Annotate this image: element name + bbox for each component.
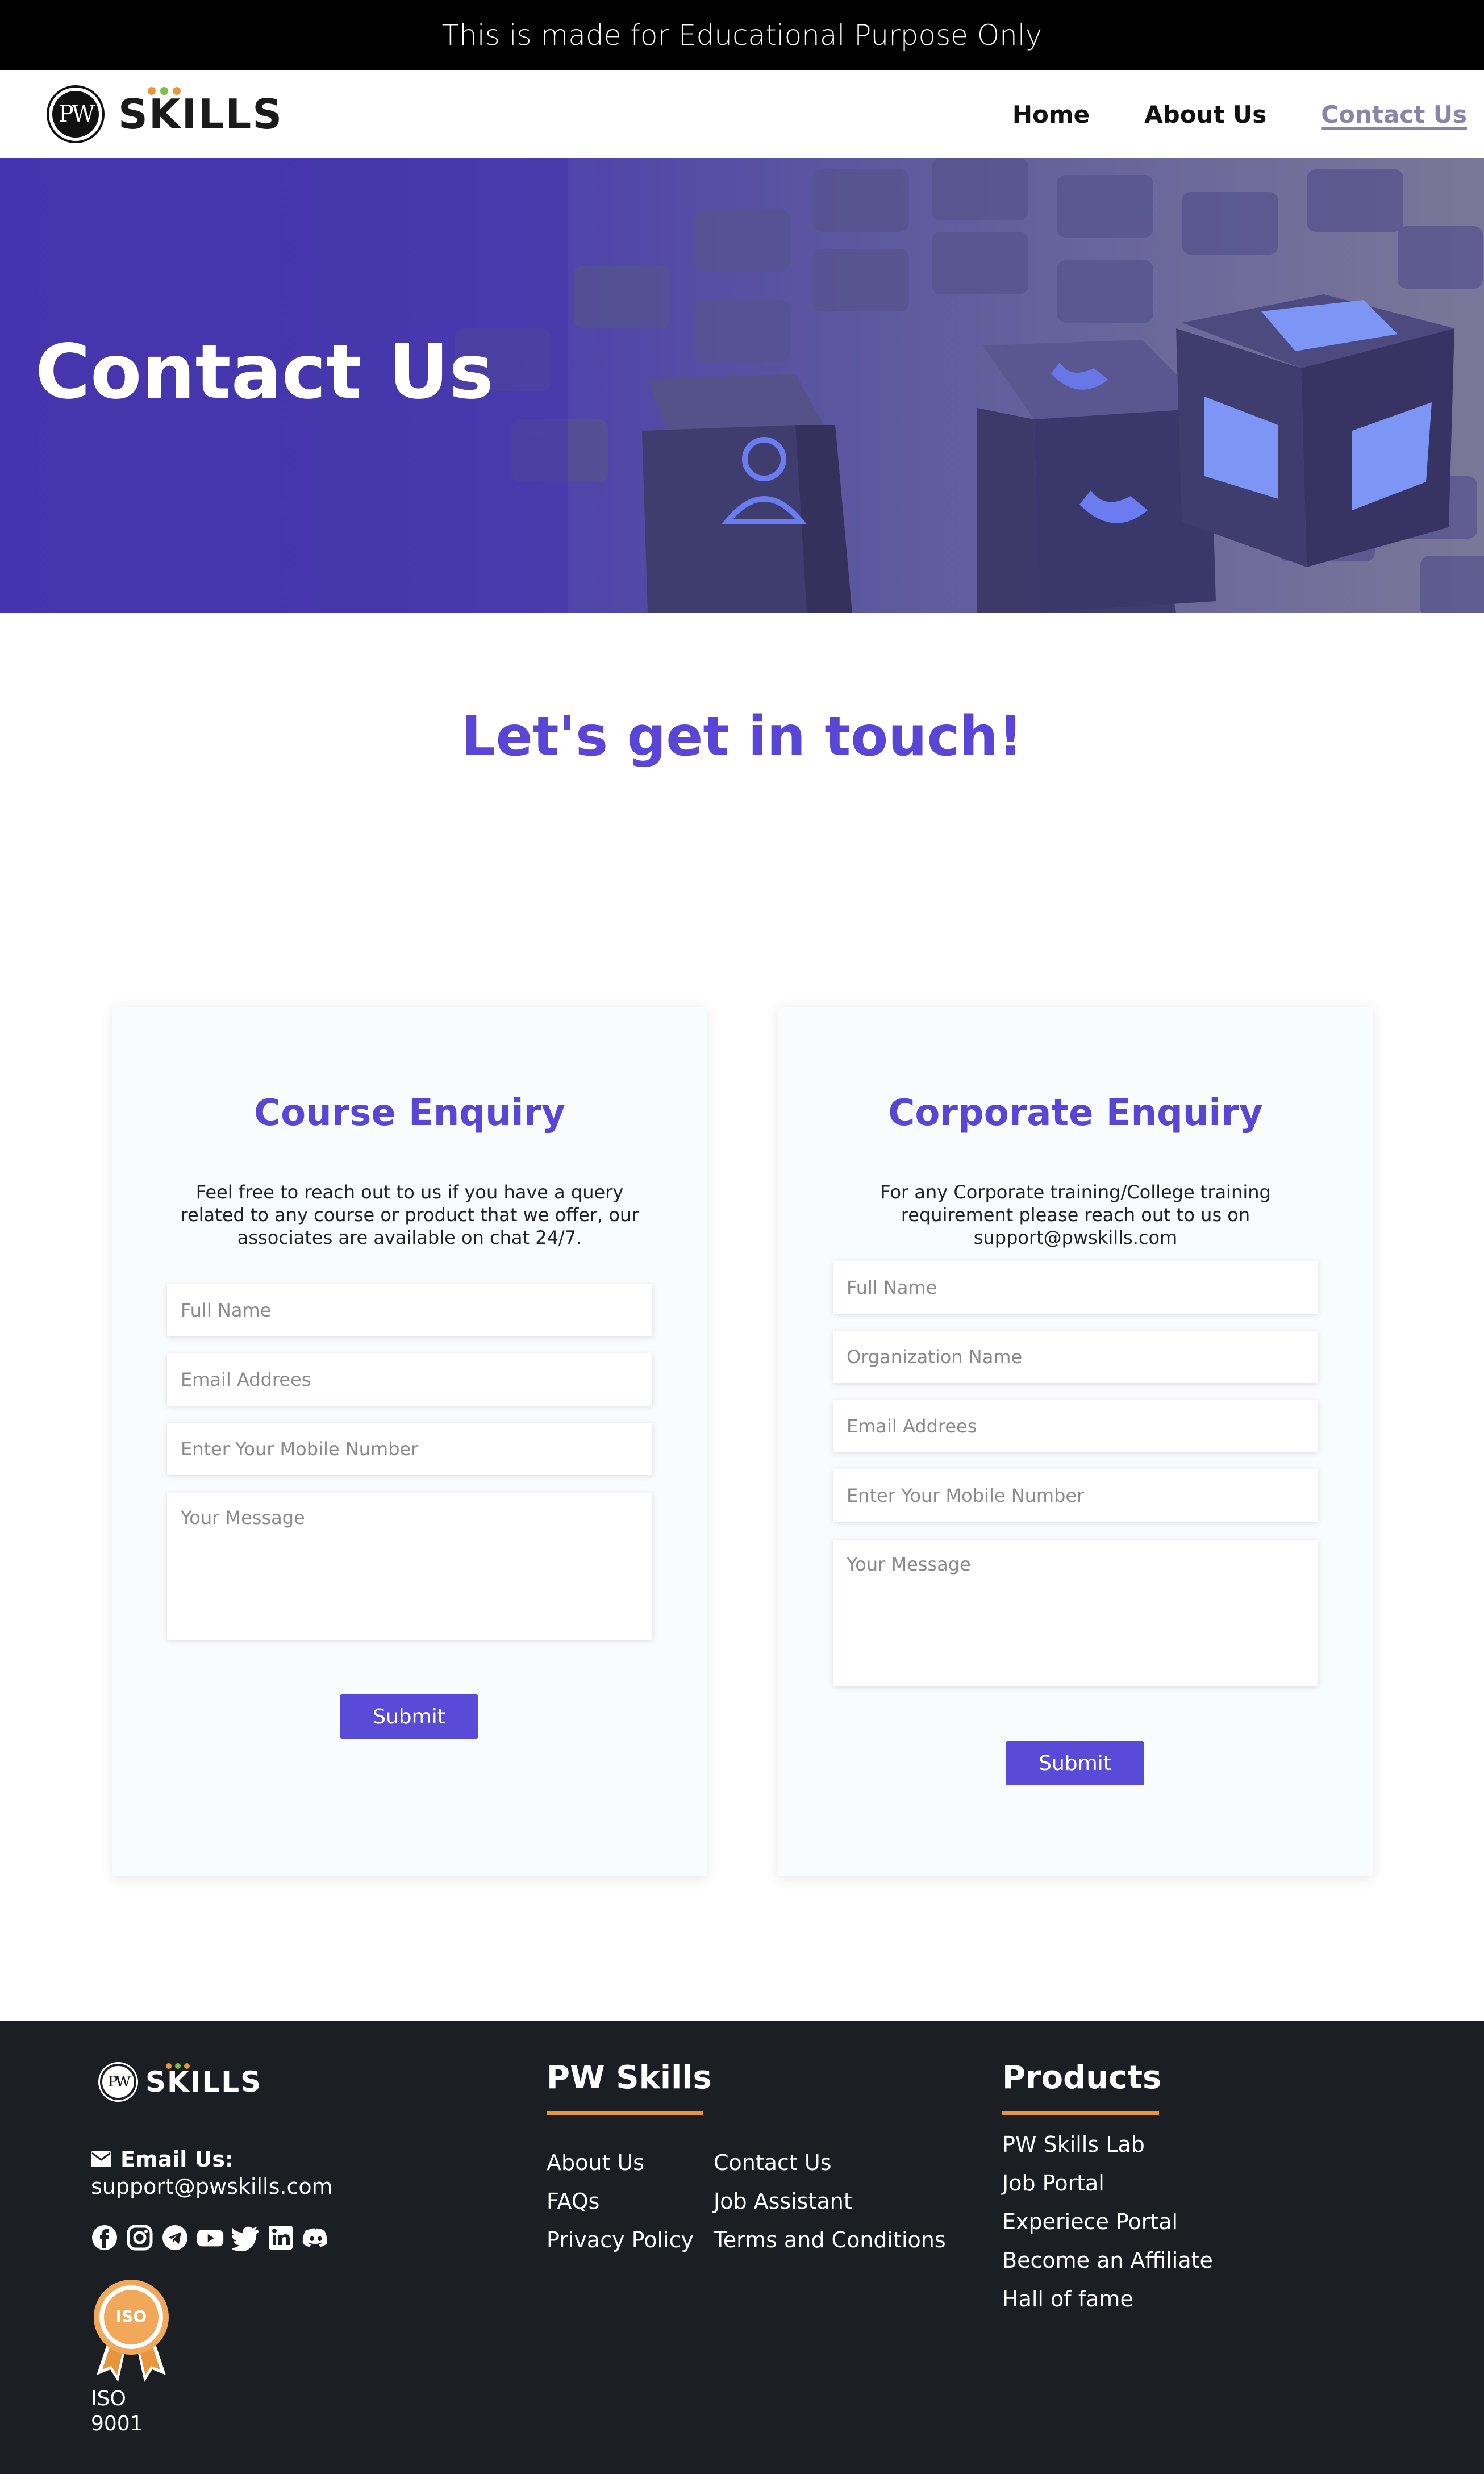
footer-link-experience-portal[interactable]: Experiece Portal bbox=[1002, 2209, 1178, 2234]
footer-link-pw-skills-lab[interactable]: PW Skills Lab bbox=[1002, 2132, 1145, 2157]
corporate-enquiry-card: Corporate Enquiry For any Corporate trai… bbox=[778, 1007, 1373, 1876]
footer-products-title: Products bbox=[1002, 2059, 1162, 2096]
course-enquiry-card: Course Enquiry Feel free to reach out to… bbox=[112, 1007, 707, 1876]
corporate-organization-input[interactable] bbox=[833, 1331, 1318, 1383]
telegram-icon[interactable] bbox=[161, 2224, 189, 2251]
logo-dots bbox=[148, 87, 181, 95]
corporate-mobile-input[interactable] bbox=[833, 1469, 1318, 1522]
discord-icon[interactable] bbox=[302, 2224, 330, 2251]
corporate-email-input[interactable] bbox=[833, 1400, 1318, 1452]
footer-link-terms-and-conditions[interactable]: Terms and Conditions bbox=[714, 2227, 946, 2252]
course-message-textarea[interactable] bbox=[167, 1493, 652, 1640]
footer-link-job-assistant[interactable]: Job Assistant bbox=[714, 2189, 852, 2214]
course-enquiry-description: Feel free to reach out to us if you have… bbox=[180, 1181, 639, 1248]
navbar: PW SKILLS Home About Us Contact Us bbox=[0, 70, 1484, 158]
banner-text: This is made for Educational Purpose Onl… bbox=[441, 19, 1043, 52]
pw-skills-logo[interactable]: PW SKILLS bbox=[49, 84, 283, 144]
footer-pw-skills-underline bbox=[547, 2111, 703, 2115]
course-enquiry-title: Course Enquiry bbox=[254, 1092, 565, 1134]
iso-label: ISO 9001 bbox=[91, 2387, 143, 2435]
pw-monogram-icon: PW bbox=[49, 88, 102, 141]
footer-logo[interactable]: PW SKILLS bbox=[100, 2063, 262, 2100]
course-full-name-input[interactable] bbox=[167, 1284, 652, 1336]
social-links bbox=[91, 2224, 330, 2251]
corporate-enquiry-description: For any Corporate training/College train… bbox=[880, 1181, 1271, 1248]
course-mobile-input[interactable] bbox=[167, 1423, 652, 1475]
nav-about-us[interactable]: About Us bbox=[1144, 101, 1266, 128]
corporate-enquiry-title: Corporate Enquiry bbox=[888, 1092, 1263, 1134]
footer: PW SKILLS Email Us: support@pwskills.com bbox=[0, 2021, 1484, 2474]
corporate-submit-button[interactable]: Submit bbox=[1006, 1741, 1144, 1785]
instagram-icon[interactable] bbox=[126, 2224, 153, 2251]
svg-text:ISO: ISO bbox=[116, 2307, 147, 2326]
linkedin-icon[interactable] bbox=[267, 2224, 294, 2251]
footer-link-hall-of-fame[interactable]: Hall of fame bbox=[1002, 2286, 1133, 2311]
footer-logo-wordmark: SKILLS bbox=[145, 2065, 262, 2098]
hero-banner: Contact Us bbox=[0, 158, 1484, 613]
envelope-icon bbox=[91, 2151, 111, 2167]
facebook-icon[interactable] bbox=[91, 2224, 118, 2251]
footer-link-about-us[interactable]: About Us bbox=[547, 2150, 644, 2175]
footer-products-underline bbox=[1002, 2111, 1159, 2115]
nav-contact-us[interactable]: Contact Us bbox=[1321, 101, 1467, 128]
hero-title: Contact Us bbox=[35, 328, 494, 416]
footer-pw-monogram-icon: PW bbox=[100, 2064, 136, 2100]
footer-link-become-an-affiliate[interactable]: Become an Affiliate bbox=[1002, 2248, 1213, 2273]
get-in-touch-heading: Let's get in touch! bbox=[461, 705, 1023, 768]
course-email-input[interactable] bbox=[167, 1353, 652, 1406]
course-submit-button[interactable]: Submit bbox=[340, 1694, 478, 1739]
corporate-full-name-input[interactable] bbox=[833, 1261, 1318, 1314]
footer-link-faqs[interactable]: FAQs bbox=[547, 2189, 599, 2214]
nav-home[interactable]: Home bbox=[1012, 101, 1090, 128]
footer-link-job-portal[interactable]: Job Portal bbox=[1002, 2171, 1104, 2196]
footer-email-heading: Email Us: bbox=[91, 2147, 234, 2172]
youtube-icon[interactable] bbox=[197, 2224, 224, 2251]
footer-email-link[interactable]: support@pwskills.com bbox=[91, 2174, 333, 2199]
logo-wordmark: SKILLS bbox=[118, 90, 284, 138]
footer-pw-skills-title: PW Skills bbox=[547, 2059, 712, 2096]
corporate-message-textarea[interactable] bbox=[833, 1540, 1318, 1686]
email-label: Email Us: bbox=[120, 2147, 234, 2172]
nav-links: Home About Us Contact Us bbox=[1012, 70, 1467, 158]
footer-link-contact-us[interactable]: Contact Us bbox=[714, 2150, 832, 2175]
iso-badge-icon: ISO bbox=[94, 2280, 169, 2382]
footer-link-privacy-policy[interactable]: Privacy Policy bbox=[547, 2227, 694, 2252]
twitter-icon[interactable] bbox=[232, 2224, 259, 2251]
educational-banner: This is made for Educational Purpose Onl… bbox=[0, 0, 1484, 70]
